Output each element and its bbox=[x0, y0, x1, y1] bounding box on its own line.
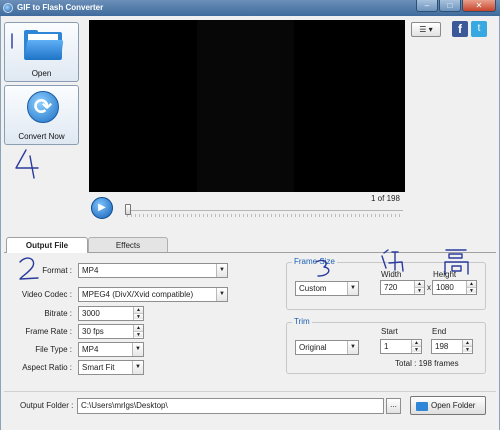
format-label: Format : bbox=[42, 266, 72, 275]
video-preview bbox=[89, 20, 405, 192]
end-stepper[interactable]: 198 ▲ ▼ bbox=[431, 339, 473, 354]
bitrate-label: Bitrate : bbox=[44, 309, 72, 318]
width-label: Width bbox=[381, 270, 402, 279]
stepper-arrows[interactable]: ▲ ▼ bbox=[462, 340, 472, 353]
scrubber-track[interactable] bbox=[127, 210, 403, 211]
tab-output-file[interactable]: Output File bbox=[6, 237, 88, 253]
convert-now-label: Convert Now bbox=[18, 132, 65, 141]
frame-rate-stepper[interactable]: 30 fps ▲ ▼ bbox=[78, 324, 144, 339]
aspect-ratio-value: Smart Fit bbox=[82, 363, 115, 372]
video-codec-label: Video Codec : bbox=[21, 290, 72, 299]
twitter-icon[interactable]: t bbox=[471, 21, 487, 37]
stepper-arrows[interactable]: ▲ ▼ bbox=[414, 281, 424, 294]
times-sign: x bbox=[427, 283, 431, 292]
browse-button[interactable]: ... bbox=[386, 398, 401, 414]
video-codec-select[interactable]: MPEG4 (DivX/Xvid compatible) ▼ bbox=[78, 287, 228, 302]
height-stepper[interactable]: 1080 ▲ ▼ bbox=[432, 280, 477, 295]
app-icon bbox=[3, 3, 13, 13]
height-label: Height bbox=[433, 270, 457, 279]
stepper-arrows[interactable]: ▲ ▼ bbox=[466, 281, 476, 294]
minimize-button[interactable]: – bbox=[416, 0, 438, 12]
close-button[interactable]: ✕ bbox=[462, 0, 496, 12]
start-label: Start bbox=[381, 327, 398, 336]
chevron-down-icon: ▼ bbox=[347, 341, 358, 354]
file-type-label: File Type : bbox=[35, 345, 72, 354]
end-value: 198 bbox=[435, 342, 449, 351]
preview-frame bbox=[197, 20, 294, 192]
maximize-button[interactable]: □ bbox=[439, 0, 461, 12]
output-folder-label: Output Folder : bbox=[20, 401, 74, 410]
end-label: End bbox=[432, 327, 447, 336]
aspect-ratio-label: Aspect Ratio : bbox=[22, 363, 72, 372]
frame-position: 1 of 198 bbox=[371, 194, 400, 203]
frame-rate-label: Frame Rate : bbox=[25, 327, 72, 336]
file-type-value: MP4 bbox=[82, 345, 99, 354]
frame-size-select[interactable]: Custom ▼ bbox=[295, 281, 359, 296]
stepper-arrows[interactable]: ▲ ▼ bbox=[133, 325, 143, 338]
aspect-ratio-select[interactable]: Smart Fit ▼ bbox=[78, 360, 144, 375]
width-stepper[interactable]: 720 ▲ ▼ bbox=[380, 280, 425, 295]
start-stepper[interactable]: 1 ▲ ▼ bbox=[380, 339, 422, 354]
video-codec-value: MPEG4 (DivX/Xvid compatible) bbox=[82, 290, 194, 299]
frame-size-legend: Frame Size bbox=[292, 257, 337, 266]
tab-effects[interactable]: Effects bbox=[88, 237, 168, 253]
play-button[interactable]: ▶ bbox=[91, 197, 113, 219]
refresh-icon: ⟳ bbox=[27, 91, 59, 123]
chevron-down-icon: ▼ bbox=[347, 282, 358, 295]
trim-mode-value: Original bbox=[299, 343, 327, 352]
folder-icon bbox=[416, 402, 428, 411]
facebook-icon[interactable]: f bbox=[452, 21, 468, 37]
chevron-down-icon: ▼ bbox=[132, 343, 143, 356]
trim-legend: Trim bbox=[292, 317, 312, 326]
open-button-label: Open bbox=[31, 69, 52, 78]
view-menu-button[interactable]: ☰ ▾ bbox=[411, 22, 441, 37]
start-value: 1 bbox=[384, 342, 389, 351]
bitrate-value: 3000 bbox=[82, 309, 100, 318]
format-select[interactable]: MP4 ▼ bbox=[78, 263, 228, 278]
open-folder-button[interactable]: Open Folder bbox=[410, 396, 486, 415]
chevron-down-icon: ▼ bbox=[216, 264, 227, 277]
height-value: 1080 bbox=[436, 283, 454, 292]
folder-icon bbox=[24, 30, 64, 60]
width-value: 720 bbox=[384, 283, 398, 292]
open-button[interactable]: Open bbox=[4, 22, 79, 82]
window-controls: – □ ✕ bbox=[416, 0, 496, 12]
trim-mode-select[interactable]: Original ▼ bbox=[295, 340, 359, 355]
window-title: GIF to Flash Converter bbox=[17, 3, 104, 12]
chevron-down-icon: ▼ bbox=[216, 288, 227, 301]
stepper-arrows[interactable]: ▲ ▼ bbox=[133, 307, 143, 320]
trim-total: Total : 198 frames bbox=[395, 359, 459, 368]
title-bar: GIF to Flash Converter – □ ✕ bbox=[0, 0, 500, 16]
scrubber-thumb[interactable] bbox=[125, 204, 131, 215]
open-folder-label: Open Folder bbox=[431, 401, 476, 410]
frame-rate-value: 30 fps bbox=[82, 327, 104, 336]
file-type-select[interactable]: MP4 ▼ bbox=[78, 342, 144, 357]
format-value: MP4 bbox=[82, 266, 99, 275]
convert-now-button[interactable]: ⟳ Convert Now bbox=[4, 85, 79, 145]
output-folder-field[interactable]: C:\Users\mrlgs\Desktop\ bbox=[77, 398, 384, 414]
bitrate-stepper[interactable]: 3000 ▲ ▼ bbox=[78, 306, 144, 321]
frame-size-value: Custom bbox=[299, 284, 327, 293]
chevron-down-icon: ▼ bbox=[132, 361, 143, 374]
footer-divider bbox=[4, 391, 496, 392]
scrubber-ticks bbox=[127, 214, 403, 217]
stepper-arrows[interactable]: ▲ ▼ bbox=[411, 340, 421, 353]
